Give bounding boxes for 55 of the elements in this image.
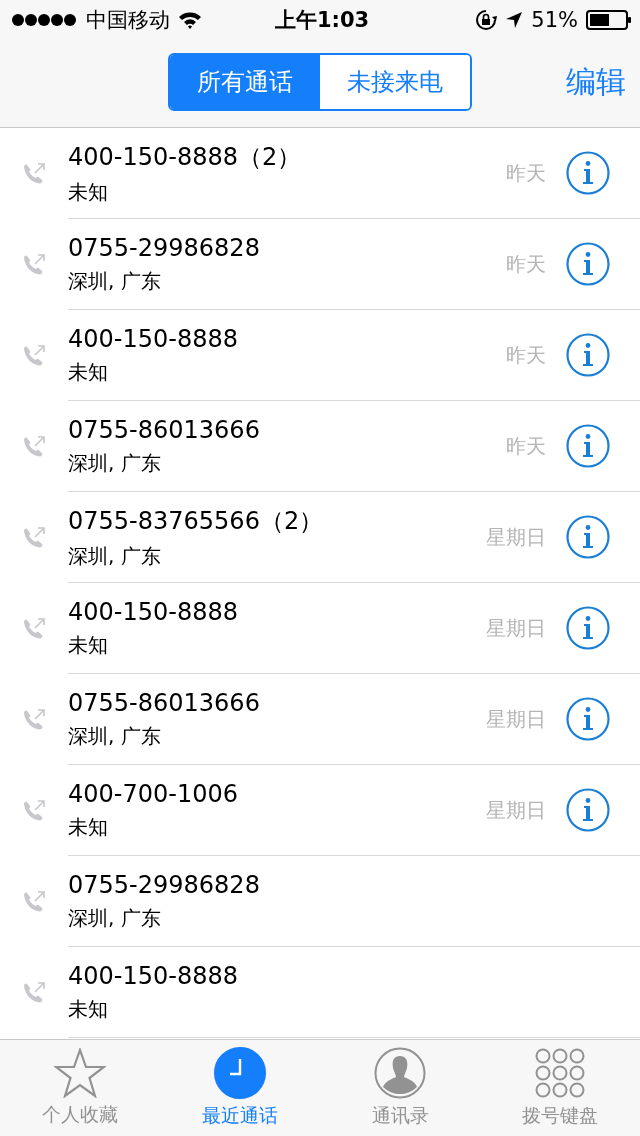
phone-number: 0755-83765566（2）	[68, 505, 325, 537]
tab-item[interactable]: 通讯录	[320, 1040, 480, 1136]
segment-tab[interactable]: 未接来电	[320, 54, 470, 109]
phone-number: 0755-29986828	[68, 233, 261, 262]
phone-number: 0755-86013666	[68, 688, 261, 717]
rotation-lock-icon	[475, 9, 498, 31]
info-icon[interactable]	[566, 697, 610, 741]
call-location: 深圳, 广东	[68, 449, 162, 477]
info-icon[interactable]	[566, 515, 610, 559]
call-location: 未知	[68, 813, 109, 841]
call-location: 深圳, 广东	[68, 542, 162, 570]
tab-item[interactable]: 最近通话	[160, 1040, 320, 1136]
call-date: 星期日	[486, 614, 546, 642]
signal-icon	[12, 13, 78, 27]
battery-percent: 51%	[531, 8, 578, 32]
call-date: 星期日	[486, 523, 546, 551]
battery-icon	[586, 10, 632, 30]
star-icon	[54, 1048, 106, 1098]
phone-number: 0755-86013666	[68, 415, 261, 444]
info-icon[interactable]	[566, 788, 610, 832]
keypad-icon	[534, 1047, 586, 1099]
call-location: 未知	[68, 631, 109, 659]
carrier-name: 中国移动	[86, 7, 170, 34]
call-location: 未知	[68, 995, 109, 1023]
info-icon[interactable]	[566, 424, 610, 468]
call-date: 星期日	[486, 705, 546, 733]
phone-number: 400-700-1006	[68, 779, 239, 808]
phone-number: 0755-29986828	[68, 870, 261, 899]
wifi-icon	[178, 11, 202, 29]
edit-button[interactable]: 编辑	[566, 62, 626, 103]
call-location: 未知	[68, 178, 109, 206]
location-icon	[505, 11, 524, 29]
call-location: 未知	[68, 358, 109, 386]
call-date: 昨天	[506, 250, 546, 278]
status-time: 上午1:03	[274, 7, 370, 34]
phone-number: 400-150-8888（2）	[68, 141, 303, 173]
call-date: 昨天	[506, 341, 546, 369]
info-icon[interactable]	[566, 606, 610, 650]
info-icon[interactable]	[566, 242, 610, 286]
call-date: 昨天	[506, 432, 546, 460]
info-icon[interactable]	[566, 151, 610, 195]
call-location: 深圳, 广东	[68, 904, 162, 932]
segment-tab[interactable]: 所有通话	[170, 54, 320, 109]
clock-icon	[214, 1047, 266, 1099]
phone-number: 400-150-8888	[68, 597, 239, 626]
call-date: 昨天	[506, 159, 546, 187]
call-location: 深圳, 广东	[68, 722, 162, 750]
info-icon[interactable]	[566, 333, 610, 377]
tab-item[interactable]: 个人收藏	[0, 1040, 160, 1136]
tab-item[interactable]: 拨号键盘	[480, 1040, 640, 1136]
phone-number: 400-150-8888	[68, 961, 239, 990]
contact-icon	[374, 1047, 426, 1099]
call-date: 星期日	[486, 796, 546, 824]
phone-number: 400-150-8888	[68, 324, 239, 353]
call-location: 深圳, 广东	[68, 267, 162, 295]
